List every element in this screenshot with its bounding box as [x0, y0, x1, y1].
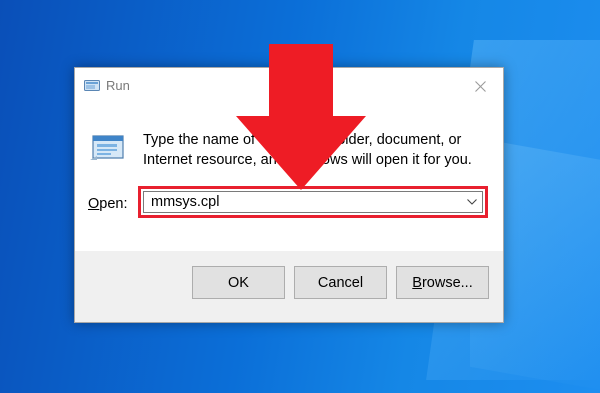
open-input[interactable] — [144, 194, 462, 210]
open-field-highlight — [138, 186, 488, 218]
run-title-icon — [84, 79, 100, 92]
chevron-down-icon — [467, 199, 477, 205]
open-combobox[interactable] — [143, 191, 483, 213]
dropdown-button[interactable] — [462, 192, 482, 212]
close-icon — [474, 80, 486, 92]
browse-button[interactable]: Browse... — [396, 266, 489, 299]
window-title: Run — [106, 78, 130, 93]
browse-mnemonic: B — [412, 274, 422, 291]
close-button[interactable] — [457, 68, 503, 104]
open-label: Open: — [88, 196, 128, 212]
down-arrow-icon — [236, 44, 366, 190]
browse-label: rowse... — [421, 274, 473, 291]
open-label-text: pen: — [99, 196, 128, 212]
ok-button[interactable]: OK — [192, 266, 285, 299]
cancel-button[interactable]: Cancel — [294, 266, 387, 299]
run-program-icon — [89, 130, 127, 162]
open-label-mnemonic: O — [88, 196, 100, 212]
